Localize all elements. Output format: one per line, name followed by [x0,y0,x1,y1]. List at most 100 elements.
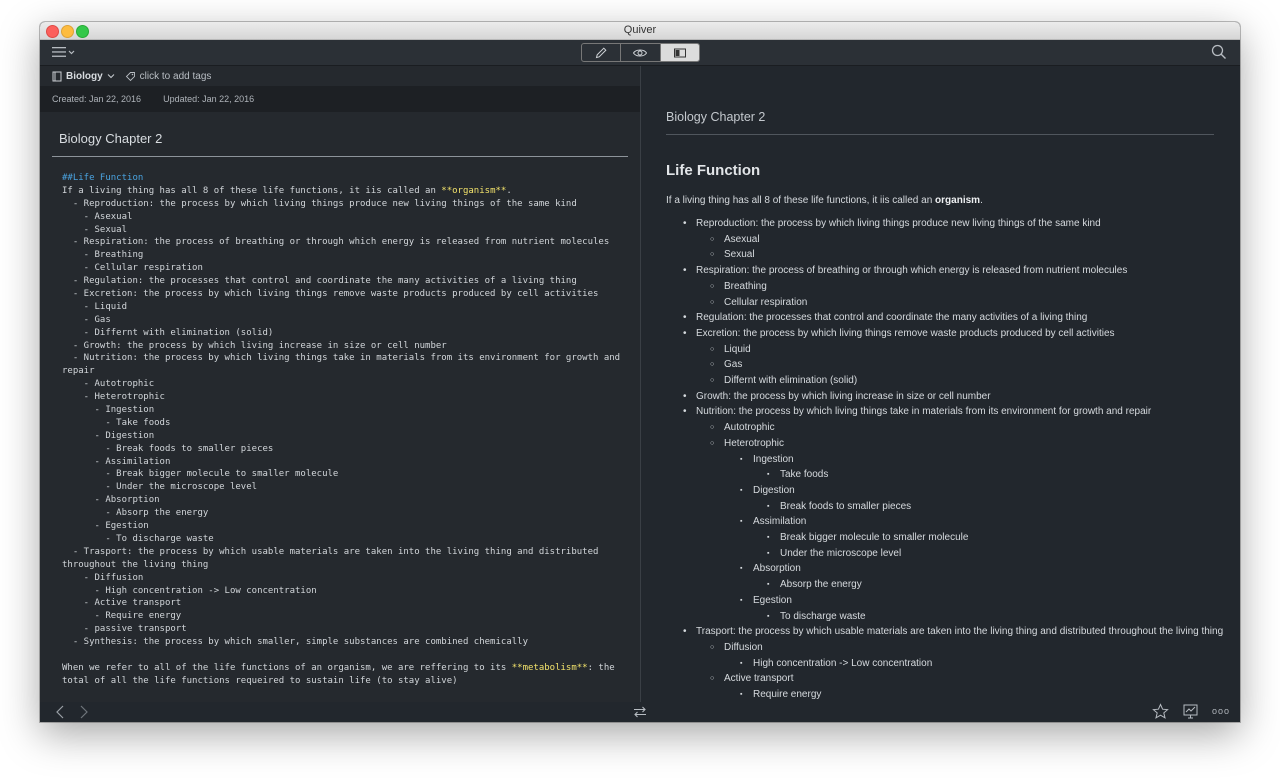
notebook-selector[interactable]: Biology [52,71,115,82]
preview-pane: Biology Chapter 2 Life Function If a liv… [641,66,1240,702]
preview-list-item: Excretion: the process by which living t… [666,326,1226,342]
editor-line: - passive transport [62,624,187,635]
note-meta-bar: Biology click to add tags [40,66,640,86]
star-icon [1152,703,1169,719]
preview-heading: Life Function [666,162,761,179]
editor-line: - Sexual [62,224,128,235]
editor-line: - To discharge waste [62,533,214,544]
status-bar: ooo [40,702,1240,722]
preview-list-item: Take foods [666,467,1226,483]
chevron-down-icon [107,74,115,79]
preview-list-item: Active transport [666,671,1226,687]
preview-list-item: Growth: the process by which living incr… [666,389,1226,405]
preview-list-item: Breathing [666,279,1226,295]
editor-line: - Asexual [62,211,133,222]
title-divider [52,156,628,157]
preview-list-item: Autotrophic [666,420,1226,436]
editor-line: - Reproduction: the process by which liv… [62,198,577,209]
preview-list-item: Assimilation [666,514,1226,530]
editor-pane: Biology click to add tags Created: Jan 2… [40,66,641,702]
presentation-icon [1183,704,1198,719]
editor-line: If a living thing has all 8 of these lif… [62,185,512,196]
intro-text: If a living thing has all 8 of these lif… [666,195,936,206]
eye-icon [633,49,648,56]
editor-line: ##Life Function [62,173,144,183]
editor-line: - Breathing [62,250,144,261]
more-button[interactable]: ooo [1212,706,1230,716]
chevron-left-icon [56,705,64,719]
menu-button[interactable] [52,44,80,60]
preview-list-item: To discharge waste [666,609,1226,625]
editor-line: - Assimilation [62,456,171,467]
split-mode-button[interactable] [660,44,699,61]
chevron-right-icon [80,705,88,719]
preview-list-item: Sexual [666,247,1226,263]
forward-button[interactable] [78,704,90,722]
preview-list-item: Liquid [666,342,1226,358]
preview-list-item: Diffusion [666,640,1226,656]
editor-line: - Trasport: the process by which usable … [62,546,599,557]
tag-icon [125,71,135,81]
preview-list-item: Require energy [666,687,1226,702]
swap-arrows-icon [634,706,646,718]
editor-line: - Under the microscope level [62,482,258,493]
note-title-input[interactable]: Biology Chapter 2 [59,131,162,146]
editor-line: - Nutrition: the process by which living… [62,353,621,364]
editor-line: - Gas [62,314,111,325]
editor-line: - Break bigger molecule to smaller molec… [62,469,339,480]
preview-list: Reproduction: the process by which livin… [666,216,1226,702]
toolbar [40,40,1240,66]
hamburger-icon [52,47,75,57]
preview-intro: If a living thing has all 8 of these lif… [666,195,983,206]
editor-line: - Autotrophic [62,379,155,390]
intro-end: . [980,195,983,206]
tags-field[interactable]: click to add tags [125,70,212,82]
preview-list-item: Gas [666,357,1226,373]
preview-list-item: Cellular respiration [666,295,1226,311]
markdown-editor[interactable]: ##Life Function If a living thing has all… [62,172,622,688]
preview-mode-button[interactable] [621,44,661,61]
editor-line: total of all the life functions requeire… [62,675,458,686]
editor-line: When we refer to all of the life functio… [62,662,615,673]
editor-line: - Digestion [62,430,155,441]
editor-line: - High concentration -> Low concentratio… [62,585,317,596]
intro-bold: organism [935,195,981,206]
editor-line: - Require energy [62,611,182,622]
presentation-button[interactable] [1182,703,1199,722]
pencil-icon [595,46,607,58]
preview-list-item: Nutrition: the process by which living t… [666,404,1226,420]
editor-line: - Respiration: the process of breathing … [62,237,610,248]
editor-line: - Heterotrophic [62,392,165,403]
search-button[interactable] [1210,43,1228,61]
notebook-name: Biology [66,70,103,82]
view-mode-switcher [581,43,700,62]
swap-panes-button[interactable] [632,705,648,722]
preview-list-item: Digestion [666,483,1226,499]
preview-list-item: Trasport: the process by which usable ma… [666,624,1226,640]
search-icon [1211,44,1226,59]
notebook-icon [52,71,62,81]
editor-line: throughout the living thing [62,559,209,570]
editor-line: - Egestion [62,521,149,532]
editor-line: - Cellular respiration [62,263,203,274]
preview-list-item: Asexual [666,232,1226,248]
preview-list-item: Break foods to smaller pieces [666,499,1226,515]
favorite-button[interactable] [1152,703,1169,722]
preview-list-item: Heterotrophic [666,436,1226,452]
preview-list-item: Ingestion [666,452,1226,468]
editor-line: - Liquid [62,301,128,312]
editor-line: - Absorp the energy [62,508,209,519]
date-bar: Created: Jan 22, 2016 Updated: Jan 22, 2… [40,86,640,112]
title-bar: Quiver [40,22,1240,40]
edit-mode-button[interactable] [582,44,622,61]
preview-list-item: Regulation: the processes that control a… [666,310,1226,326]
window-title: Quiver [623,24,657,36]
tags-placeholder: click to add tags [139,70,212,82]
preview-list-item: Under the microscope level [666,546,1226,562]
preview-title: Biology Chapter 2 [666,110,766,124]
preview-list-item: Break bigger molecule to smaller molecul… [666,530,1226,546]
editor-line: - Active transport [62,598,182,609]
back-button[interactable] [54,704,66,722]
split-view-icon [673,48,686,57]
